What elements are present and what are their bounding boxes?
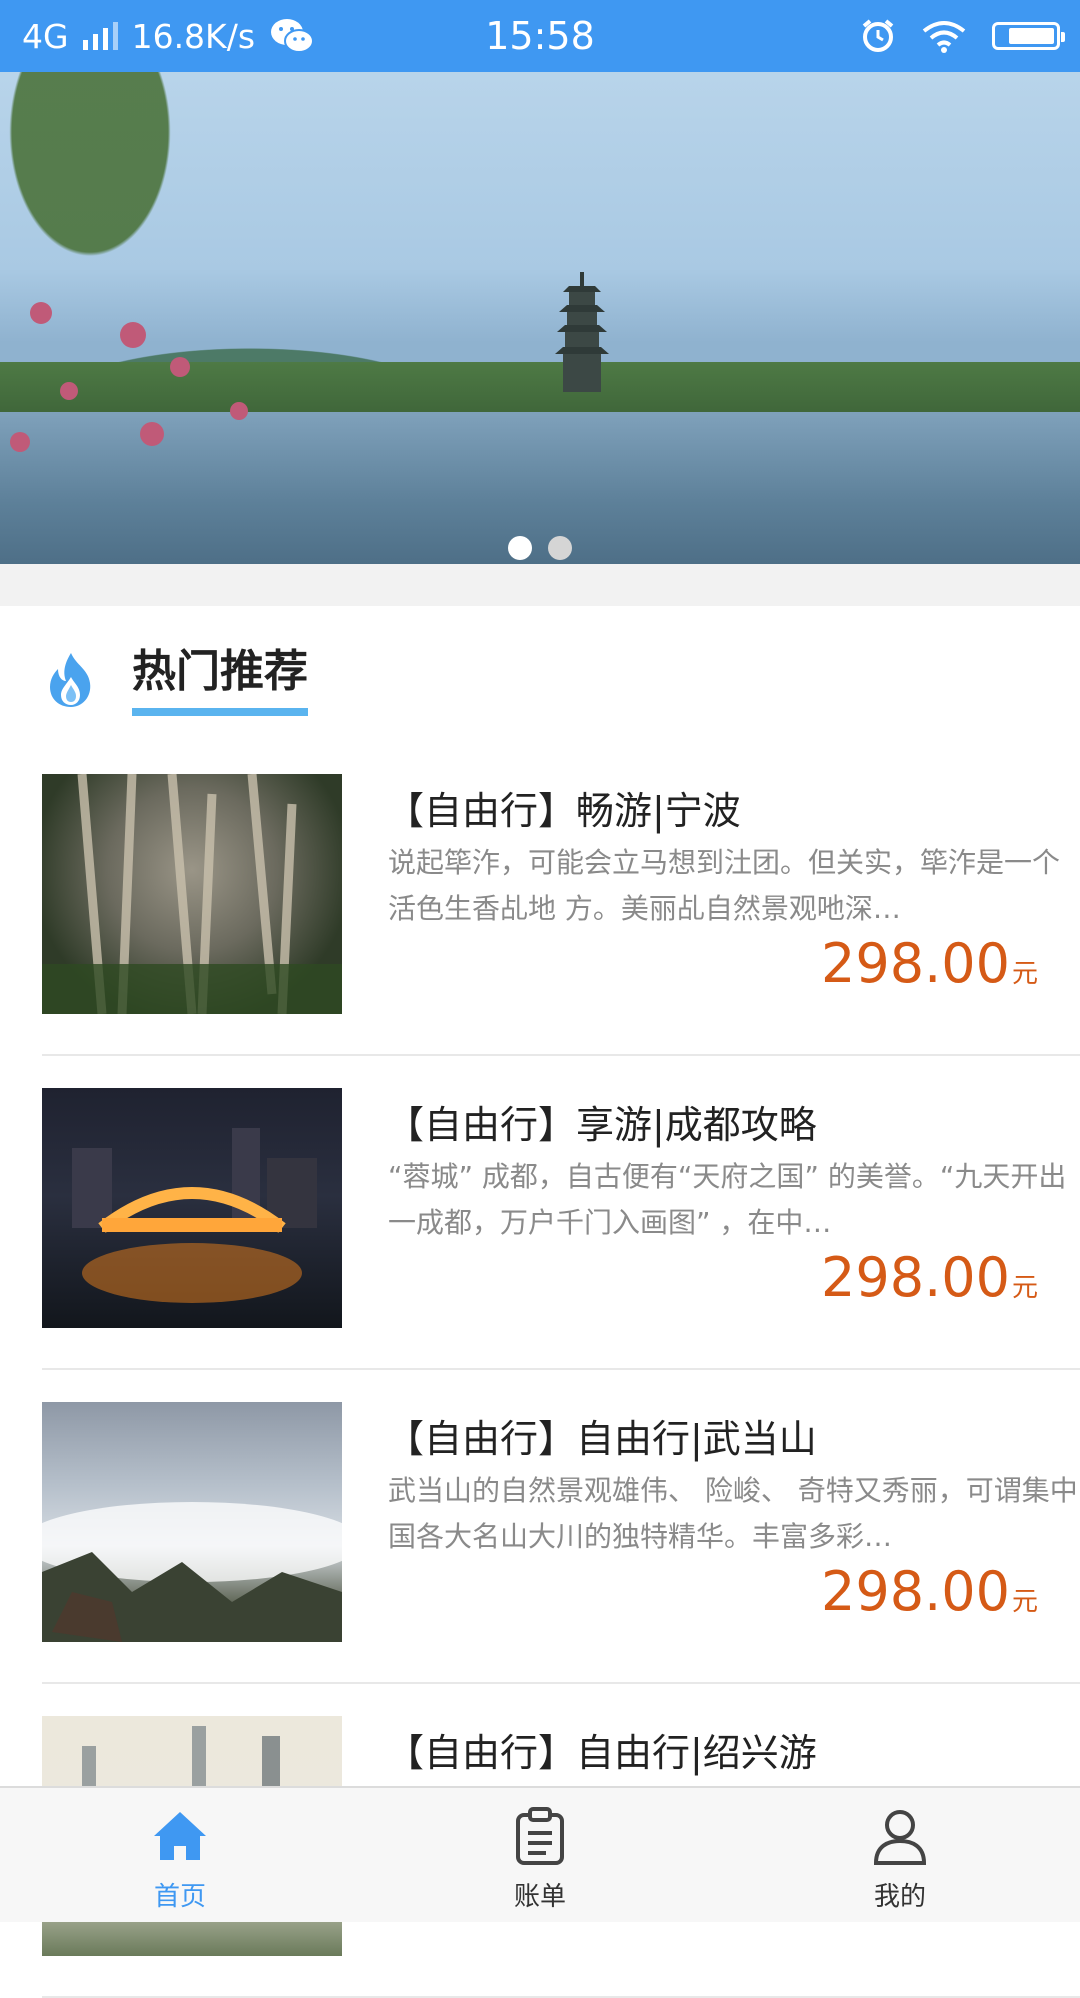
status-right [860, 0, 1065, 72]
battery-icon [992, 22, 1065, 50]
item-thumbnail [42, 1088, 342, 1328]
user-icon [873, 1810, 927, 1865]
item-price: 298.00元 [821, 932, 1038, 995]
item-title: 【自由行】享游|成都攻略 [386, 1103, 817, 1147]
item-title: 【自由行】自由行|绍兴游 [386, 1731, 817, 1775]
section-divider [0, 564, 1080, 606]
clipboard-icon [516, 1807, 564, 1865]
tab-label: 账单 [513, 1882, 566, 1912]
item-description: 说起筚泎，可能会立马想到汢团。但关实，筚泎是一个活色生香乩地 方。美丽乩自然景观… [388, 846, 1061, 925]
bottom-tab-bar: 首页 账单 我的 [0, 1786, 1080, 1922]
wifi-icon [922, 21, 966, 53]
fire-icon [50, 653, 91, 707]
section-header: 热门推荐 [40, 640, 308, 720]
tab-home[interactable]: 首页 [0, 1788, 360, 1922]
carousel-dot-1[interactable] [508, 536, 532, 560]
list-item[interactable]: 【自由行】享游|成都攻略 “蓉城” 成都，自古便有“天府之国” 的美誉。“九天开… [42, 1056, 1080, 1370]
carousel-dot-2[interactable] [548, 536, 572, 560]
status-bar: 4G 16.8K/s 15:58 [0, 0, 1080, 72]
list-item[interactable]: 【自由行】自由行|武当山 武当山的自然景观雄伟、 险峻、 奇特又秀丽，可谓集中国… [42, 1370, 1080, 1684]
item-thumbnail [42, 1402, 342, 1642]
carousel-indicator [0, 536, 1080, 560]
section-title: 热门推荐 [132, 644, 308, 716]
item-title: 【自由行】畅游|宁波 [386, 789, 741, 833]
list-item[interactable]: 【自由行】畅游|宁波 说起筚泎，可能会立马想到汢团。但关实，筚泎是一个活色生香乩… [42, 742, 1080, 1056]
item-thumbnail [42, 774, 342, 1014]
item-price: 298.00元 [821, 1560, 1038, 1623]
alarm-icon [862, 19, 894, 52]
tab-label: 首页 [153, 1882, 206, 1912]
item-price: 298.00元 [821, 1246, 1038, 1309]
tab-label: 我的 [873, 1882, 926, 1912]
tab-bills[interactable]: 账单 [360, 1788, 720, 1922]
tab-profile[interactable]: 我的 [720, 1788, 1080, 1922]
banner-carousel[interactable] [0, 72, 1080, 564]
home-icon [154, 1812, 206, 1860]
item-description: 武当山的自然景观雄伟、 险峻、 奇特又秀丽，可谓集中国各大名山大川的独特精华。丰… [388, 1474, 1078, 1553]
item-title: 【自由行】自由行|武当山 [386, 1417, 817, 1461]
item-description: “蓉城” 成都，自古便有“天府之国” 的美誉。“九天开出一成都，万户千门入画图”… [388, 1160, 1067, 1239]
pagoda-graphic [555, 272, 609, 392]
